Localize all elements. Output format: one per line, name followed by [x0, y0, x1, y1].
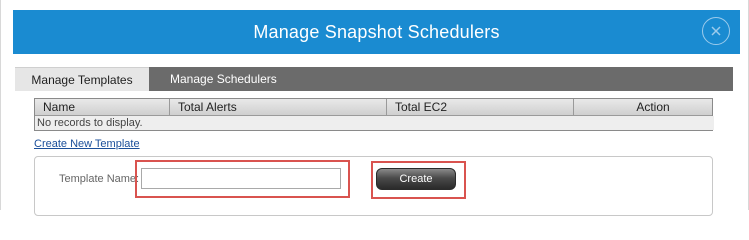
- close-icon: [711, 26, 721, 36]
- manage-snapshot-schedulers-dialog: Manage Snapshot Schedulers Manage Templa…: [0, 0, 749, 216]
- dialog-title-bar: Manage Snapshot Schedulers: [13, 10, 740, 54]
- tab-bar: Manage Templates Manage Schedulers: [15, 67, 733, 91]
- dialog-title: Manage Snapshot Schedulers: [253, 21, 500, 42]
- column-header-action: Action: [636, 100, 670, 114]
- column-header-total-ec2[interactable]: Total EC2: [387, 99, 574, 115]
- empty-table-message: No records to display.: [35, 116, 714, 130]
- column-header-name[interactable]: Name: [35, 99, 170, 115]
- table-header: Name Total Alerts Total EC2 Action: [35, 99, 712, 116]
- create-button[interactable]: Create: [376, 168, 456, 190]
- tab-manage-templates[interactable]: Manage Templates: [15, 67, 149, 91]
- column-header-total-alerts[interactable]: Total Alerts: [170, 99, 387, 115]
- templates-table: Name Total Alerts Total EC2 Action No re…: [34, 98, 714, 131]
- create-new-template-link[interactable]: Create New Template: [34, 138, 140, 150]
- template-name-input[interactable]: [141, 168, 341, 189]
- tab-manage-schedulers[interactable]: Manage Schedulers: [170, 67, 310, 91]
- close-button[interactable]: [702, 17, 730, 45]
- template-name-label: Template Name:: [59, 173, 140, 185]
